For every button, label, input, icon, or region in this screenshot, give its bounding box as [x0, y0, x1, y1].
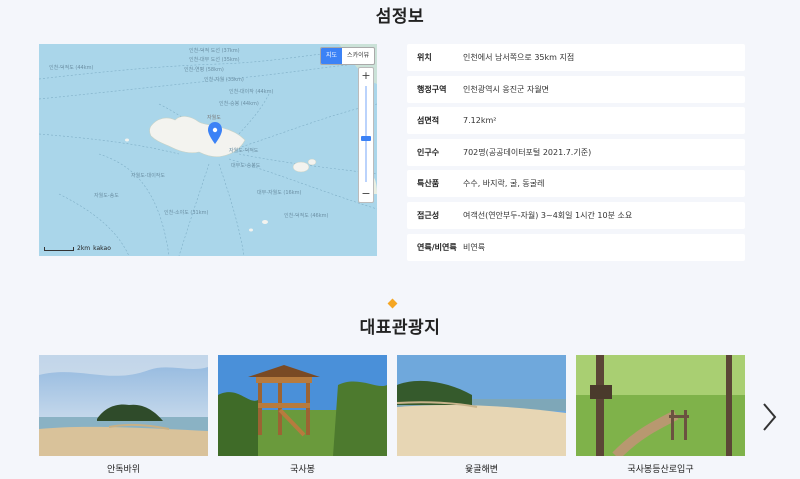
map-type-map-button[interactable]: 지도 [321, 48, 343, 64]
attraction-photo[interactable] [397, 355, 566, 456]
section-title-attractions: 대표관광지 [359, 318, 441, 338]
attraction-card[interactable]: 안독바위 [39, 355, 208, 475]
info-value: 비연륙 [463, 242, 486, 252]
attraction-photo[interactable] [39, 355, 208, 456]
map-provider-logo: kakao [93, 245, 111, 252]
info-value: 7.12km² [463, 116, 497, 126]
scale-label: 2km [77, 245, 91, 252]
attraction-name[interactable]: 국사봉 [218, 462, 387, 475]
chevron-right-icon[interactable] [760, 402, 778, 432]
map-label: 인천-소야도 (31km) [164, 210, 209, 216]
map-label: 자월도-덕적도 [229, 148, 259, 154]
map-label-island: 자월도 [207, 115, 221, 121]
map-type-skyview-button[interactable]: 스카이뷰 [342, 48, 374, 64]
attraction-list: 안독바위 국사봉 윷골해변 국사봉등산로입구 [39, 355, 745, 475]
info-key: 특산품 [417, 179, 440, 189]
scale-bar [44, 246, 74, 251]
info-row: 인구수 702명(공공데이터포털 2021.7.기준) [407, 138, 745, 166]
map-label: 인천-연평 (58km) [184, 67, 224, 73]
info-row: 연륙/비연륙 비연륙 [407, 233, 745, 261]
info-key: 연륙/비연륙 [417, 242, 457, 252]
map-label: 자월도-대이작도 [131, 173, 166, 179]
attraction-name[interactable]: 국사봉등산로입구 [576, 462, 745, 475]
zoom-track[interactable] [365, 86, 367, 182]
map-label: 인천-대이작 (44km) [229, 89, 274, 95]
info-row: 접근성 여객선(연안부두-자월) 3~4회일 1시간 10분 소요 [407, 201, 745, 229]
map-label: 대부도-승봉도 [231, 163, 261, 169]
attraction-card[interactable]: 국사봉 [218, 355, 387, 475]
zoom-control[interactable]: + − [358, 67, 374, 203]
info-value: 702명(공공데이터포털 2021.7.기준) [463, 147, 592, 157]
zoom-handle[interactable] [361, 136, 371, 141]
info-key: 접근성 [417, 210, 440, 220]
info-value: 여객선(연안부두-자월) 3~4회일 1시간 10분 소요 [463, 210, 633, 220]
zoom-in-button[interactable]: + [359, 69, 373, 83]
attraction-photo[interactable] [218, 355, 387, 456]
map-label: 인천-덕적 도선 (37km) [189, 48, 240, 54]
attraction-card[interactable]: 국사봉등산로입구 [576, 355, 745, 475]
island-info-table: 위치 인천에서 남서쪽으로 35km 지점 행정구역 인천광역시 옹진군 자월면 섬… [407, 44, 745, 265]
info-key: 섬면적 [417, 116, 440, 126]
map-label: 인천-덕적도 (46km) [284, 213, 329, 219]
info-value: 수수, 바지락, 굴, 동굴레 [463, 179, 545, 189]
map-label: 인천-자월 (33km) [204, 77, 244, 83]
island-map[interactable]: 인천-덕적 도선 (37km) 인천-대부 도선 (35km) 인천-덕적도 (… [39, 44, 377, 256]
info-value: 인천에서 남서쪽으로 35km 지점 [463, 53, 575, 62]
attraction-photo[interactable] [576, 355, 745, 456]
info-row: 섬면적 7.12km² [407, 107, 745, 135]
info-key: 행정구역 [417, 84, 447, 94]
map-label: 인천-대부 도선 (35km) [189, 57, 240, 63]
section-title-island-info: 섬정보 [375, 7, 425, 27]
attraction-card[interactable]: 윷골해변 [397, 355, 566, 475]
map-label: 자월도-송도 [94, 193, 119, 199]
map-label: 인천-승봉 (44km) [219, 101, 259, 107]
info-key: 인구수 [417, 147, 440, 157]
diamond-icon [387, 298, 398, 309]
zoom-out-button[interactable]: − [359, 187, 373, 201]
info-value: 인천광역시 옹진군 자월면 [463, 84, 550, 94]
info-row: 위치 인천에서 남서쪽으로 35km 지점 [407, 44, 745, 71]
map-type-switch[interactable]: 지도 스카이뷰 [320, 47, 376, 65]
info-row: 특산품 수수, 바지락, 굴, 동굴레 [407, 170, 745, 198]
map-label: 대부-자월도 (16km) [257, 190, 302, 196]
map-label: 인천-덕적도 (44km) [49, 65, 94, 71]
info-key: 위치 [417, 53, 432, 62]
attraction-name[interactable]: 안독바위 [39, 462, 208, 475]
attraction-name[interactable]: 윷골해변 [397, 462, 566, 475]
info-row: 행정구역 인천광역시 옹진군 자월면 [407, 75, 745, 103]
map-scale: 2km kakao [44, 245, 111, 252]
